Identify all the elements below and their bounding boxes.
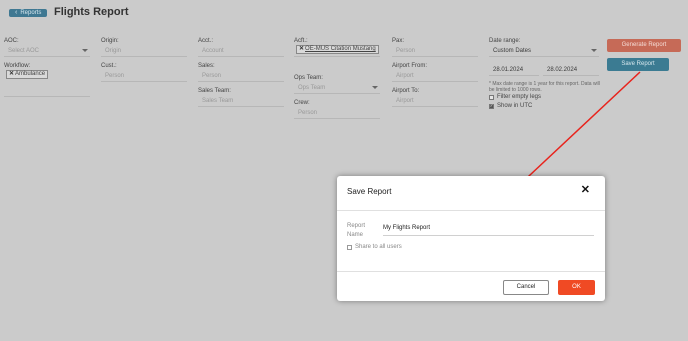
sales-team-input[interactable]: Sales Team: [198, 95, 284, 107]
page-title: Flights Report: [54, 6, 129, 18]
save-report-button[interactable]: Save Report: [607, 58, 669, 71]
share-to-all-users-label: Share to all users: [355, 244, 402, 250]
pax-label: Pax:: [392, 38, 405, 44]
share-to-all-users-checkbox[interactable]: [347, 244, 352, 250]
workflow-chip-label: Ambulance: [15, 71, 46, 77]
workflow-field[interactable]: [4, 85, 90, 97]
aoc-placeholder: Select AOC: [8, 48, 40, 54]
cust-label: Cust.:: [101, 63, 117, 69]
airport-to-label: Airport To:: [392, 88, 420, 94]
sales-label: Sales:: [198, 63, 215, 69]
ops-team-select[interactable]: Ops Team: [294, 82, 380, 94]
crew-input[interactable]: Person: [294, 107, 380, 119]
share-to-all-users-row[interactable]: Share to all users: [347, 244, 402, 250]
close-icon[interactable]: ✕: [9, 70, 14, 79]
crew-label: Crew:: [294, 100, 310, 106]
chevron-left-icon: ‹: [15, 9, 18, 16]
airport-to-input[interactable]: Airport: [392, 95, 478, 107]
crew-placeholder: Person: [298, 110, 318, 116]
report-name-label: Report Name: [347, 223, 366, 238]
airport-to-placeholder: Airport: [396, 98, 414, 104]
generate-report-button[interactable]: Generate Report: [607, 39, 681, 52]
sales-team-placeholder: Sales Team: [202, 98, 234, 104]
acct-placeholder: Account: [202, 48, 224, 54]
chevron-down-icon: [82, 49, 88, 52]
sales-team-label: Sales Team:: [198, 88, 231, 94]
date-range-label: Date range:: [489, 38, 521, 44]
save-report-modal: Save Report ✕ Report Name My Flights Rep…: [337, 176, 605, 301]
back-button-label: Reports: [20, 10, 42, 16]
cust-input[interactable]: Person: [101, 70, 187, 82]
report-name-input[interactable]: My Flights Report: [383, 223, 594, 236]
modal-title: Save Report: [347, 187, 392, 196]
sales-input[interactable]: Person: [198, 70, 284, 82]
workflow-label: Workflow:: [4, 63, 31, 69]
show-in-utc-row[interactable]: ✓ Show in UTC: [489, 103, 532, 109]
airport-from-label: Airport From:: [392, 63, 428, 69]
airport-from-input[interactable]: Airport: [392, 70, 478, 82]
sales-placeholder: Person: [202, 73, 222, 79]
close-icon[interactable]: ✕: [581, 185, 590, 196]
airport-from-placeholder: Airport: [396, 73, 414, 79]
end-date-input[interactable]: 28.02.2024: [543, 64, 599, 76]
modal-header-divider: [337, 210, 605, 211]
start-date-input[interactable]: 28.01.2024: [489, 64, 539, 76]
cancel-button[interactable]: Cancel: [503, 280, 549, 295]
flights-report-page: ‹ Reports Flights Report AOC: Select AOC…: [0, 0, 688, 341]
acct-input[interactable]: Account: [198, 45, 284, 57]
chevron-down-icon: [372, 86, 378, 89]
date-range-note: * Max date range is 1 year for this repo…: [489, 81, 600, 93]
filter-empty-legs-row[interactable]: Filter empty legs: [489, 94, 541, 100]
ok-button[interactable]: OK: [558, 280, 595, 295]
end-date-value: 28.02.2024: [547, 67, 578, 73]
start-date-value: 28.01.2024: [493, 67, 524, 73]
origin-input[interactable]: Origin: [101, 45, 187, 57]
acft-field[interactable]: [294, 44, 380, 57]
aoc-select[interactable]: Select AOC: [4, 45, 90, 57]
cust-placeholder: Person: [105, 73, 125, 79]
ops-team-label: Ops Team:: [294, 75, 323, 81]
pax-input[interactable]: Person: [392, 45, 478, 57]
chevron-down-icon: [591, 49, 597, 52]
workflow-chip[interactable]: ✕ Ambulance: [6, 70, 49, 79]
aoc-label: AOC:: [4, 38, 19, 44]
show-in-utc-checkbox[interactable]: ✓: [489, 103, 494, 109]
show-in-utc-label: Show in UTC: [497, 103, 533, 109]
ops-team-placeholder: Ops Team: [298, 85, 326, 91]
origin-label: Origin:: [101, 38, 119, 44]
filter-empty-legs-checkbox[interactable]: [489, 94, 494, 100]
filter-empty-legs-label: Filter empty legs: [497, 94, 542, 100]
origin-placeholder: Origin: [105, 48, 122, 54]
acct-label: Acct.:: [198, 38, 214, 44]
back-to-reports-button[interactable]: ‹ Reports: [9, 9, 48, 17]
pax-placeholder: Person: [396, 48, 416, 54]
date-range-selected: Custom Dates: [493, 48, 532, 54]
date-range-select[interactable]: Custom Dates: [489, 45, 599, 57]
modal-footer-divider: [337, 271, 605, 272]
